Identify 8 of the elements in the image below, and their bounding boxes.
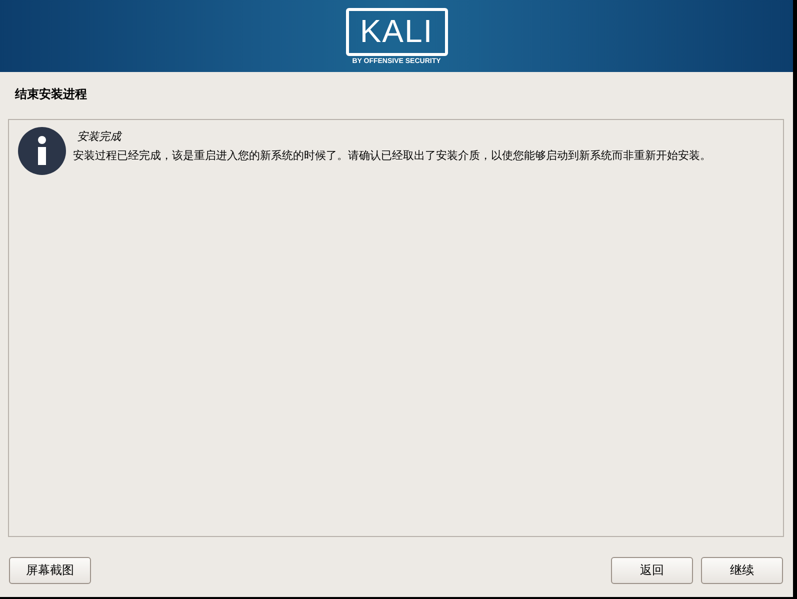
message-title: 安装完成 — [76, 129, 123, 144]
page-title: 结束安装进程 — [14, 86, 88, 103]
back-button[interactable]: 返回 — [611, 557, 693, 584]
message-body: 安装过程已经完成，该是重启进入您的新系统的时候了。请确认已经取出了安装介质，以使您能够启动到新系统而非重新开始安装。 — [73, 148, 711, 163]
screenshot-button[interactable]: 屏幕截图 — [9, 557, 91, 584]
logo-text: KALI — [346, 8, 448, 56]
continue-button[interactable]: 继续 — [701, 557, 783, 584]
info-icon — [17, 126, 67, 176]
